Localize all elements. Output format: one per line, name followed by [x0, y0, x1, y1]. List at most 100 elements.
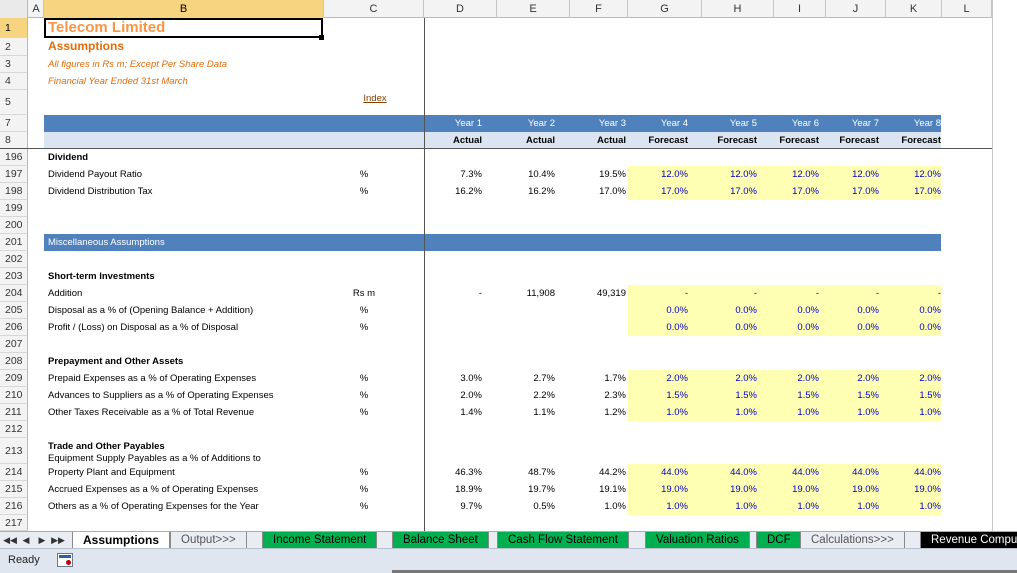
row-header-1[interactable]: 1: [0, 18, 28, 38]
row-header-214[interactable]: 214: [0, 464, 28, 481]
prepaid-expenses-value: 2.0%: [919, 373, 941, 384]
row-header-207[interactable]: 207: [0, 336, 28, 353]
others-payables-value: 0.5%: [533, 501, 555, 512]
advances-suppliers-value: 2.3%: [604, 390, 626, 401]
row-header-4[interactable]: 4: [0, 73, 28, 90]
first-sheet-icon[interactable]: ◀◀: [3, 532, 17, 549]
row-header-216[interactable]: 216: [0, 498, 28, 515]
next-sheet-icon[interactable]: ▶: [35, 532, 49, 549]
units-note: All figures in Rs m; Except Per Share Da…: [48, 59, 227, 70]
tab-balance-sheet[interactable]: Balance Sheet: [392, 532, 489, 549]
equip-payables-value: 46.3%: [455, 467, 482, 478]
column-header-g[interactable]: G: [628, 0, 702, 18]
record-macro-icon[interactable]: [57, 553, 73, 567]
tab-revenue-computation[interactable]: Revenue Compu: [920, 532, 1017, 549]
row-header-212[interactable]: 212: [0, 421, 28, 438]
select-all-corner[interactable]: [0, 0, 28, 18]
row-header-208[interactable]: 208: [0, 353, 28, 370]
tab-valuation-ratios[interactable]: Valuation Ratios: [645, 532, 750, 549]
dividend-tax-value: 16.2%: [455, 186, 482, 197]
accrued-expenses-value: 19.1%: [599, 484, 626, 495]
tab-cash-flow-statement[interactable]: Cash Flow Statement: [497, 532, 629, 549]
accrued-expenses-unit: %: [359, 484, 369, 495]
row-header-3[interactable]: 3: [0, 56, 28, 73]
last-sheet-icon[interactable]: ▶▶: [51, 532, 65, 549]
column-header-h[interactable]: H: [702, 0, 774, 18]
sti-profit-value: [497, 319, 555, 336]
row-header-209[interactable]: 209: [0, 370, 28, 387]
row-header-213[interactable]: 213: [0, 438, 28, 464]
sti-disposal-value: 0.0%: [797, 305, 819, 316]
advances-suppliers-label: Advances to Suppliers as a % of Operatin…: [48, 390, 274, 401]
tab-income-statement[interactable]: Income Statement: [262, 532, 378, 549]
dividend-tax-value: 17.0%: [661, 186, 688, 197]
column-header-k[interactable]: K: [886, 0, 942, 18]
equip-payables-value: 44.0%: [730, 467, 757, 478]
row-header-196[interactable]: 196: [0, 149, 28, 166]
prepaid-expenses-value: 2.0%: [797, 373, 819, 384]
row-header-204[interactable]: 204: [0, 285, 28, 302]
row-header-2[interactable]: 2: [0, 38, 28, 56]
sti-disposal-label: Disposal as a % of (Opening Balance + Ad…: [48, 305, 254, 316]
row-header-211[interactable]: 211: [0, 404, 28, 421]
year-header: Year 1: [454, 118, 482, 129]
others-payables-value: 1.0%: [797, 501, 819, 512]
row-header-201[interactable]: 201: [0, 234, 28, 251]
column-header-d[interactable]: D: [424, 0, 497, 18]
column-header-l[interactable]: L: [942, 0, 992, 18]
section-heading-sti: Short-term Investments: [48, 271, 155, 282]
column-header-f[interactable]: F: [570, 0, 628, 18]
row-header-200[interactable]: 200: [0, 217, 28, 234]
index-link[interactable]: Index: [340, 90, 410, 107]
row-header-215[interactable]: 215: [0, 481, 28, 498]
row-header-206[interactable]: 206: [0, 319, 28, 336]
row-header-5[interactable]: 5: [0, 90, 28, 115]
equip-payables-value: 44.0%: [914, 467, 941, 478]
period-type: Actual: [596, 135, 626, 146]
tab-output[interactable]: Output>>>: [170, 532, 247, 549]
row-header-210[interactable]: 210: [0, 387, 28, 404]
column-header-c[interactable]: C: [324, 0, 424, 18]
prev-sheet-icon[interactable]: ◀: [19, 532, 33, 549]
row-header-202[interactable]: 202: [0, 251, 28, 268]
tab-calculations[interactable]: Calculations>>>: [800, 532, 905, 549]
dividend-tax-value: 17.0%: [792, 186, 819, 197]
fill-handle[interactable]: [319, 35, 324, 40]
others-payables-value: 1.0%: [604, 501, 626, 512]
sti-disposal-unit: %: [359, 305, 369, 316]
active-cell-selection[interactable]: [44, 18, 323, 38]
accrued-expenses-value: 19.0%: [852, 484, 879, 495]
column-header-b[interactable]: B: [44, 0, 324, 18]
other-taxes-value: 1.0%: [919, 407, 941, 418]
row-header-203[interactable]: 203: [0, 268, 28, 285]
row-header-197[interactable]: 197: [0, 166, 28, 183]
period-type: Actual: [452, 135, 482, 146]
sti-profit-value: [570, 319, 626, 336]
dividend-payout-value: 12.0%: [730, 169, 757, 180]
column-header-i[interactable]: I: [774, 0, 826, 18]
tab-dcf[interactable]: DCF: [756, 532, 802, 549]
sheet-subtitle: Assumptions: [48, 39, 125, 53]
row-header-217[interactable]: 217: [0, 515, 28, 531]
prepaid-expenses-value: 2.0%: [666, 373, 688, 384]
sti-disposal-value: 0.0%: [857, 305, 879, 316]
grid-right-edge: [992, 0, 1017, 531]
row-header-8[interactable]: 8: [0, 132, 28, 149]
row-header-198[interactable]: 198: [0, 183, 28, 200]
freeze-pane-horizontal: [0, 148, 1017, 149]
others-payables-value: 1.0%: [735, 501, 757, 512]
spreadsheet-grid[interactable]: ABCDEFGHIJKL 1 2 3 4 5 7 8 196 197 198 199 200 201 20…: [0, 0, 1017, 531]
accrued-expenses-value: 19.7%: [528, 484, 555, 495]
equip-payables-value: 44.0%: [792, 467, 819, 478]
sti-profit-value: [424, 319, 482, 336]
column-header-e[interactable]: E: [497, 0, 570, 18]
row-header-199[interactable]: 199: [0, 200, 28, 217]
row-header-7[interactable]: 7: [0, 115, 28, 132]
accrued-expenses-value: 19.0%: [730, 484, 757, 495]
column-header-j[interactable]: J: [826, 0, 886, 18]
accrued-expenses-label: Accrued Expenses as a % of Operating Exp…: [48, 484, 259, 495]
column-header-a[interactable]: A: [29, 0, 44, 18]
row-header-205[interactable]: 205: [0, 302, 28, 319]
year-header: Year 7: [851, 118, 879, 129]
tab-assumptions[interactable]: Assumptions: [72, 532, 171, 549]
